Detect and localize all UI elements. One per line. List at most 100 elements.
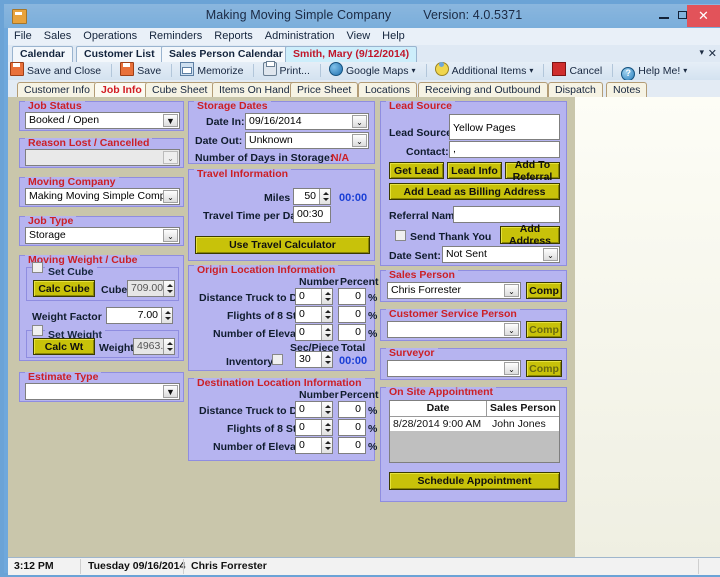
chevron-down-icon[interactable]: ⌄ bbox=[163, 151, 178, 164]
menu-item-reports[interactable]: Reports bbox=[208, 28, 259, 44]
calc-cube-button[interactable]: Calc Cube bbox=[33, 280, 95, 297]
tab-close-icon[interactable]: ✕ bbox=[708, 47, 717, 60]
job-status-combo[interactable]: Booked / Open ▼ bbox=[25, 112, 180, 129]
chevron-down-icon[interactable]: ▼ bbox=[163, 114, 178, 127]
memorize-button[interactable]: Memorize bbox=[178, 62, 247, 80]
schedule-appointment-button[interactable]: Schedule Appointment bbox=[389, 472, 560, 490]
tab-smith-mary[interactable]: Smith, Mary (9/12/2014) bbox=[285, 46, 418, 62]
sales-person-comp-button[interactable]: Comp bbox=[526, 282, 562, 299]
subtab-notes[interactable]: Notes bbox=[606, 82, 648, 98]
set-cube-checkbox[interactable] bbox=[32, 262, 43, 273]
chevron-down-icon[interactable]: ⌄ bbox=[504, 323, 519, 336]
inventory-checkbox[interactable] bbox=[272, 354, 283, 365]
close-button[interactable]: ✕ bbox=[687, 5, 720, 27]
weight-factor-spinner[interactable]: 7.00 bbox=[106, 307, 173, 324]
destination-distance-percent-field[interactable]: 0 bbox=[338, 401, 366, 418]
spinner-arrows-icon[interactable] bbox=[321, 325, 332, 340]
chevron-down-icon[interactable]: ⌄ bbox=[543, 248, 558, 261]
menu-item-reminders[interactable]: Reminders bbox=[143, 28, 208, 44]
chevron-down-icon[interactable]: ⌄ bbox=[352, 115, 367, 128]
spinner-arrows-icon[interactable] bbox=[161, 308, 172, 323]
customer-service-person-combo[interactable]: ⌄ bbox=[387, 321, 521, 338]
sec-piece-spinner[interactable]: 30 bbox=[295, 351, 333, 368]
set-weight-checkbox[interactable] bbox=[32, 325, 43, 336]
menu-item-administration[interactable]: Administration bbox=[259, 28, 341, 44]
menu-item-operations[interactable]: Operations bbox=[77, 28, 143, 44]
origin-flights-percent-field[interactable]: 0 bbox=[338, 306, 366, 323]
chevron-down-icon[interactable]: ▾ bbox=[529, 62, 533, 80]
date-out-combo[interactable]: Unknown ⌄ bbox=[245, 132, 369, 149]
reason-lost-combo[interactable]: ⌄ bbox=[25, 149, 180, 166]
origin-elevators-percent-field[interactable]: 0 bbox=[338, 324, 366, 341]
destination-flights-percent-field[interactable]: 0 bbox=[338, 419, 366, 436]
surveyor-combo[interactable]: ⌄ bbox=[387, 360, 521, 377]
chevron-down-icon[interactable]: ⌄ bbox=[163, 229, 178, 242]
spinner-arrows-icon[interactable] bbox=[163, 339, 174, 354]
menu-item-file[interactable]: File bbox=[8, 28, 38, 44]
spinner-arrows-icon[interactable] bbox=[321, 420, 332, 435]
chevron-down-icon[interactable]: ⌄ bbox=[504, 284, 519, 297]
additional-items-button[interactable]: Additional Items ▾ bbox=[433, 62, 538, 80]
google-maps-button[interactable]: Google Maps ▾ bbox=[327, 62, 419, 80]
destination-flights-spinner[interactable]: 0 bbox=[295, 419, 333, 436]
add-address-button[interactable]: Add Address bbox=[500, 223, 560, 247]
spinner-arrows-icon[interactable] bbox=[321, 307, 332, 322]
tab-overflow-dropdown-icon[interactable]: ▾ bbox=[699, 47, 704, 58]
origin-flights-spinner[interactable]: 0 bbox=[295, 306, 333, 323]
appointment-table[interactable]: Date Sales Person 8/28/2014 9:00 AM John… bbox=[389, 400, 560, 463]
chevron-down-icon[interactable]: ▾ bbox=[683, 62, 687, 80]
customer-service-person-comp-button[interactable]: Comp bbox=[526, 321, 562, 338]
origin-elevators-spinner[interactable]: 0 bbox=[295, 324, 333, 341]
origin-distance-truck-to-door-spinner[interactable]: 0 bbox=[295, 288, 333, 305]
subtab-locations[interactable]: Locations bbox=[358, 82, 417, 98]
miles-spinner[interactable]: 50 bbox=[293, 188, 331, 205]
sales-person-combo[interactable]: Chris Forrester ⌄ bbox=[387, 282, 521, 299]
lead-source-field[interactable]: Yellow Pages bbox=[449, 114, 560, 140]
tab-calendar[interactable]: Calendar bbox=[12, 46, 73, 62]
add-lead-as-billing-address-button[interactable]: Add Lead as Billing Address bbox=[389, 183, 560, 200]
subtab-job-info[interactable]: Job Info bbox=[94, 82, 149, 98]
contact-field[interactable]: , bbox=[449, 141, 560, 158]
chevron-down-icon[interactable]: ▾ bbox=[411, 62, 415, 80]
destination-elevators-spinner[interactable]: 0 bbox=[295, 437, 333, 454]
destination-elevators-percent-field[interactable]: 0 bbox=[338, 437, 366, 454]
add-to-referral-button[interactable]: Add To Referral bbox=[505, 159, 560, 183]
destination-distance-spinner[interactable]: 0 bbox=[295, 401, 333, 418]
print-button[interactable]: Print... bbox=[261, 61, 314, 80]
subtab-items-on-hand[interactable]: Items On Hand bbox=[212, 82, 297, 98]
spinner-arrows-icon[interactable] bbox=[321, 402, 332, 417]
travel-time-per-day-field[interactable]: 00:30 bbox=[293, 206, 331, 223]
chevron-down-icon[interactable]: ▼ bbox=[163, 385, 178, 398]
date-sent-combo[interactable]: Not Sent ⌄ bbox=[442, 246, 560, 263]
spinner-arrows-icon[interactable] bbox=[319, 189, 330, 204]
tab-sales-person-calendar[interactable]: Sales Person Calendar bbox=[161, 46, 291, 62]
chevron-down-icon[interactable]: ⌄ bbox=[352, 134, 367, 147]
referral-name-field[interactable] bbox=[453, 206, 560, 223]
help-me-button[interactable]: ? Help Me! ▾ bbox=[619, 62, 691, 81]
tab-customer-list[interactable]: Customer List bbox=[76, 46, 163, 62]
cube-value-spinner[interactable]: 709.00 bbox=[127, 280, 175, 297]
surveyor-comp-button[interactable]: Comp bbox=[526, 360, 562, 377]
table-row[interactable]: 8/28/2014 9:00 AM John Jones bbox=[390, 417, 559, 431]
calc-wt-button[interactable]: Calc Wt bbox=[33, 338, 95, 355]
chevron-down-icon[interactable]: ⌄ bbox=[504, 362, 519, 375]
save-button[interactable]: Save bbox=[118, 62, 165, 80]
subtab-receiving-and-outbound[interactable]: Receiving and Outbound bbox=[418, 82, 548, 98]
lead-info-button[interactable]: Lead Info bbox=[447, 162, 502, 179]
estimate-type-combo[interactable]: ▼ bbox=[25, 383, 180, 400]
subtab-customer-info[interactable]: Customer Info bbox=[17, 82, 97, 98]
origin-distance-percent-field[interactable]: 0 bbox=[338, 288, 366, 305]
spinner-arrows-icon[interactable] bbox=[163, 281, 174, 296]
use-travel-calculator-button[interactable]: Use Travel Calculator bbox=[195, 236, 370, 254]
menu-item-view[interactable]: View bbox=[341, 28, 377, 44]
chevron-down-icon[interactable]: ⌄ bbox=[163, 190, 178, 203]
subtab-cube-sheet[interactable]: Cube Sheet bbox=[145, 82, 215, 98]
send-thank-you-checkbox[interactable] bbox=[395, 230, 406, 241]
subtab-price-sheet[interactable]: Price Sheet bbox=[290, 82, 359, 98]
cancel-button[interactable]: Cancel bbox=[550, 62, 606, 80]
save-and-close-button[interactable]: Save and Close bbox=[8, 62, 105, 80]
menu-item-help[interactable]: Help bbox=[376, 28, 411, 44]
spinner-arrows-icon[interactable] bbox=[321, 289, 332, 304]
date-in-combo[interactable]: 09/16/2014 ⌄ bbox=[245, 113, 369, 130]
spinner-arrows-icon[interactable] bbox=[321, 352, 332, 367]
